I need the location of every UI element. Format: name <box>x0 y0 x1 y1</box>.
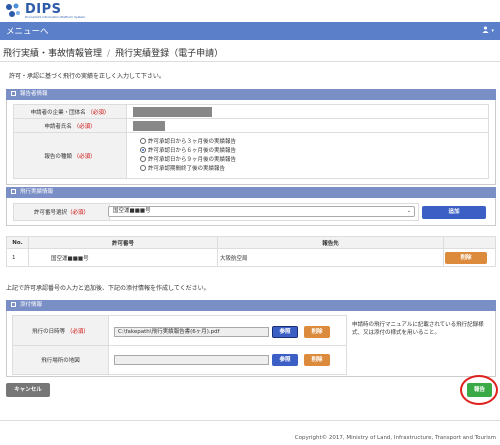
dips-logo: DIPS Drone/UAS Information Platform Syst… <box>3 2 93 20</box>
attachment-form: 飛行の日時等 （必須） 飛行場所の地図 <box>12 315 347 375</box>
table-row: 1 国空運■■■号 大阪航空局 <box>6 248 496 267</box>
logo-subtitle: Drone/UAS Information Platform System <box>25 15 86 19</box>
column-header-action <box>443 236 496 249</box>
logo-mark-icon <box>6 3 20 17</box>
name-label: 申請者氏名 （必須） <box>13 118 127 133</box>
attachment-description: 申請時の飛行マニュアルに記載されている飛行記録様式、又は添付の様式を用いること。 <box>352 322 484 336</box>
map-label: 飛行場所の地図 <box>12 345 109 375</box>
delete-file-button[interactable]: 削除 <box>304 326 330 338</box>
report-type-label: 報告の種類 （必須） <box>13 132 127 179</box>
user-menu-button[interactable]: ▾ <box>482 26 494 34</box>
datetime-label: 飛行の日時等 （必須） <box>12 315 109 346</box>
reporter-section-body: 申請者の企業・団体名 （必須） 申請者氏名 （必須） 報告の種類 （必須） 許可… <box>6 100 496 185</box>
table-header-row: No. 許可番号 報告先 <box>6 236 496 249</box>
radio-button[interactable] <box>140 138 146 144</box>
name-value <box>126 118 489 133</box>
note-text: 上記で許可承認番号の入力と追加後、下記の添付情報を作成してください。 <box>6 285 210 292</box>
divider <box>0 61 500 62</box>
company-label: 申請者の企業・団体名 （必須） <box>13 104 127 119</box>
chevron-down-icon: ⌄ <box>406 208 411 214</box>
permit-select[interactable]: 国空運■■■号 ⌄ <box>108 206 415 217</box>
user-icon <box>482 26 489 33</box>
section-icon <box>11 302 16 307</box>
attachment-section-body: 飛行の日時等 （必須） 飛行場所の地図 C:\fakepath\飛行実績報告書(… <box>6 311 496 377</box>
radio-period-end[interactable]: 許可承認期間終了後の実績報告 <box>140 164 225 172</box>
radio-3month[interactable]: 許可承認日から３ヶ月後の実績報告 <box>140 137 236 145</box>
copyright: Copyright© 2017, Ministry of Land, Infra… <box>294 435 496 441</box>
map-browse-button[interactable]: 参照 <box>272 354 298 366</box>
flight-section-body: 許可番号選択（必須） 国空運■■■号 ⌄ 追加 <box>6 198 496 226</box>
flight-section-header: 飛行実績情報 <box>6 187 496 198</box>
radio-button[interactable] <box>140 165 146 171</box>
page-title: 飛行実績登録（電子申請） <box>115 49 224 59</box>
section-icon <box>11 189 16 194</box>
add-button[interactable]: 追加 <box>422 206 486 219</box>
breadcrumb-separator: / <box>107 49 111 59</box>
caret-down-icon: ▾ <box>491 28 494 34</box>
intro-text: 許可・承認に基づく飛行の実績を正しく入力して下さい。 <box>9 73 165 80</box>
reporter-form: 申請者の企業・団体名 （必須） 申請者氏名 （必須） 報告の種類 （必須） <box>13 104 489 179</box>
permit-label: 許可番号選択（必須） <box>13 203 110 221</box>
reporter-section-header: 報告者情報 <box>6 89 496 100</box>
breadcrumb: 飛行実績・事故情報管理 / 飛行実績登録（電子申請） <box>3 46 223 59</box>
menu-bar: メニューへ ▾ <box>0 22 500 40</box>
delete-row-button[interactable]: 削除 <box>445 252 487 264</box>
cell-permit: 国空運■■■号 <box>28 248 218 267</box>
browse-button[interactable]: 参照 <box>272 326 298 338</box>
section-icon <box>11 91 16 96</box>
radio-button[interactable] <box>140 156 146 162</box>
radio-button-selected[interactable] <box>140 147 146 153</box>
highlight-circle <box>460 375 498 405</box>
radio-6month[interactable]: 許可承認日から６ヶ月後の実績報告 <box>140 146 236 154</box>
reporter-section-title: 報告者情報 <box>20 91 48 97</box>
attachment-section-header: 添付情報 <box>6 300 496 311</box>
logo-bar: DIPS Drone/UAS Information Platform Syst… <box>0 0 500 22</box>
radio-9month[interactable]: 許可承認日から９ヶ月後の実績報告 <box>140 155 236 163</box>
cancel-button[interactable]: キャンセル <box>6 383 50 397</box>
flight-section-title: 飛行実績情報 <box>20 189 54 195</box>
menu-link[interactable]: メニューへ <box>6 25 49 37</box>
attachment-section-title: 添付情報 <box>20 302 43 308</box>
permit-table: No. 許可番号 報告先 1 国空運■■■号 大阪航空局 <box>6 236 496 267</box>
column-header-destination: 報告先 <box>217 236 444 249</box>
cell-destination: 大阪航空局 <box>217 248 444 267</box>
datetime-file-field[interactable]: C:\fakepath\飛行実績報告書(6ヶ月).pdf <box>114 327 269 337</box>
map-file-field[interactable] <box>114 355 269 365</box>
column-header-no: No. <box>6 236 29 249</box>
footer-divider <box>0 420 500 421</box>
cell-no: 1 <box>6 248 29 267</box>
breadcrumb-parent: 飛行実績・事故情報管理 <box>3 49 103 59</box>
redacted-company <box>133 107 212 117</box>
column-header-permit: 許可番号 <box>28 236 218 249</box>
map-delete-button[interactable]: 削除 <box>304 354 330 366</box>
redacted-name <box>133 121 165 131</box>
